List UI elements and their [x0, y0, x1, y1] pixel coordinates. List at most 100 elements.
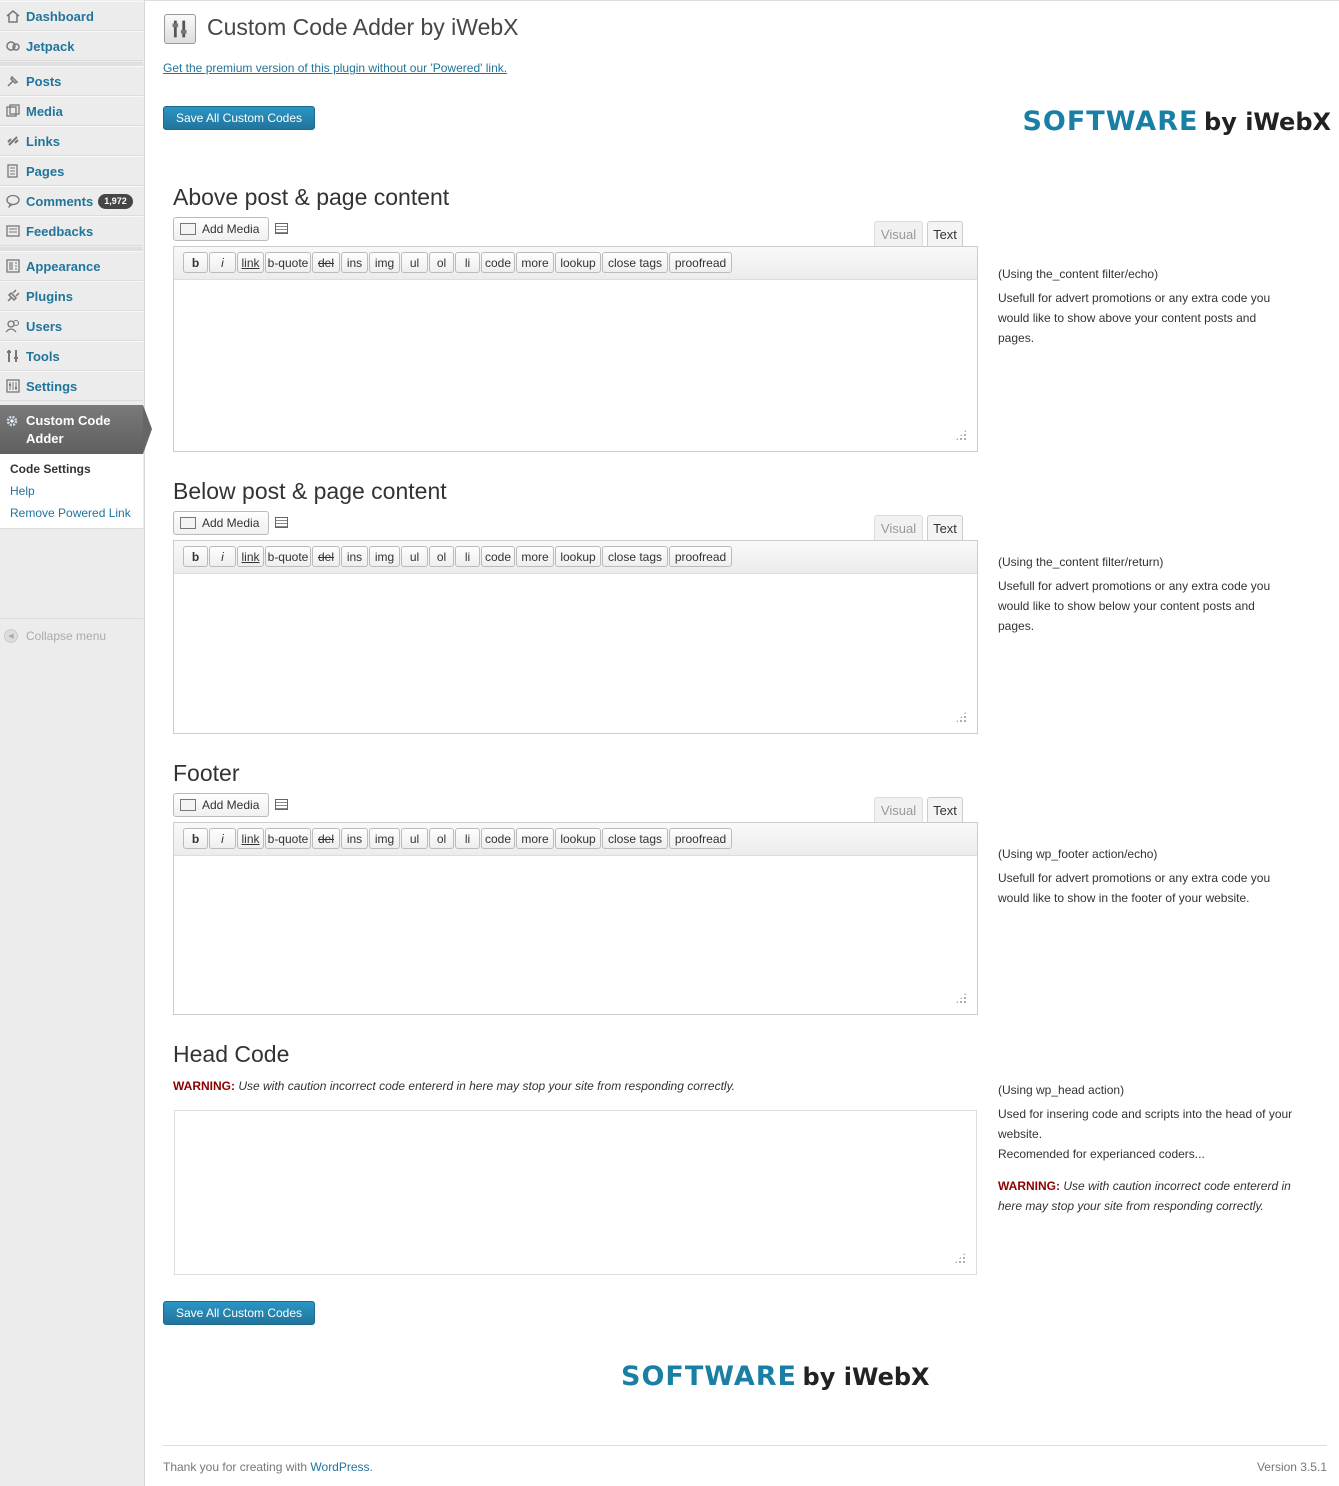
tab-text[interactable]: Text [927, 221, 963, 247]
qt-close-tags-button[interactable]: close tags [602, 252, 668, 273]
qt-lookup-button[interactable]: lookup [555, 828, 601, 849]
qt-code-button[interactable]: code [481, 546, 515, 567]
submenu: Code Settings Help Remove Powered Link [0, 454, 143, 529]
qt-ul-button[interactable]: ul [401, 252, 428, 273]
submenu-item-code-settings[interactable]: Code Settings [10, 462, 91, 476]
sidebar-item-posts[interactable]: Posts [0, 66, 143, 96]
qt-more-button[interactable]: more [516, 828, 554, 849]
form-icon[interactable] [275, 799, 288, 810]
save-all-button-bottom[interactable]: Save All Custom Codes [163, 1301, 315, 1325]
resize-handle[interactable] [954, 1252, 966, 1264]
qt-code-button[interactable]: code [481, 252, 515, 273]
users-icon [5, 318, 21, 334]
tab-visual[interactable]: Visual [874, 797, 923, 823]
sidebar-item-comments[interactable]: Comments 1,972 [0, 186, 143, 216]
qt-bold-button[interactable]: b [183, 828, 208, 849]
qt-del-button[interactable]: del [312, 828, 340, 849]
add-media-button[interactable]: Add Media [173, 793, 269, 817]
qt-lookup-button[interactable]: lookup [555, 546, 601, 567]
quicktags-toolbar: b i link b-quote del ins img ul ol li code more look… [174, 247, 977, 280]
form-icon[interactable] [275, 223, 288, 234]
qt-blockquote-button[interactable]: b-quote [265, 546, 311, 567]
sidebar-item-tools[interactable]: Tools [0, 341, 143, 371]
qt-code-button[interactable]: code [481, 828, 515, 849]
qt-close-tags-button[interactable]: close tags [602, 546, 668, 567]
qt-blockquote-button[interactable]: b-quote [265, 828, 311, 849]
qt-link-button[interactable]: link [237, 546, 264, 567]
head-code-description: (Using wp_head action) Used for insering… [998, 1083, 1293, 1213]
qt-ol-button[interactable]: ol [429, 546, 454, 567]
sidebar-item-dashboard[interactable]: Dashboard [0, 1, 143, 31]
qt-img-button[interactable]: img [369, 252, 400, 273]
qt-close-tags-button[interactable]: close tags [602, 828, 668, 849]
below-content-editor[interactable]: b i link b-quote del ins img ul ol li code more look… [173, 540, 978, 734]
above-content-description: (Using the_content filter/echo) Usefull … [998, 267, 1271, 345]
sidebar-item-appearance[interactable]: Appearance [0, 251, 143, 281]
qt-italic-button[interactable]: i [209, 546, 236, 567]
qt-bold-button[interactable]: b [183, 252, 208, 273]
head-code-textarea[interactable] [174, 1110, 977, 1275]
collapse-menu-button[interactable]: ◀ Collapse menu [4, 629, 106, 643]
qt-proofread-button[interactable]: proofread [669, 828, 732, 849]
tab-visual[interactable]: Visual [874, 221, 923, 247]
sidebar-item-media[interactable]: Media [0, 96, 143, 126]
above-content-editor[interactable]: b i link b-quote del ins img ul ol li code more look… [173, 246, 978, 452]
sidebar-item-jetpack[interactable]: Jetpack [0, 31, 143, 61]
add-media-button[interactable]: Add Media [173, 511, 269, 535]
tab-visual[interactable]: Visual [874, 515, 923, 541]
qt-img-button[interactable]: img [369, 546, 400, 567]
qt-img-button[interactable]: img [369, 828, 400, 849]
iwebx-logo: SOFTWARE by iWebX [621, 1361, 930, 1392]
qt-li-button[interactable]: li [455, 546, 480, 567]
qt-italic-button[interactable]: i [209, 252, 236, 273]
resize-handle[interactable] [955, 429, 967, 441]
qt-del-button[interactable]: del [312, 546, 340, 567]
qt-blockquote-button[interactable]: b-quote [265, 252, 311, 273]
submenu-item-remove-powered-link[interactable]: Remove Powered Link [10, 506, 131, 520]
footer-thanks: Thank you for creating with WordPress. [163, 1460, 373, 1474]
qt-li-button[interactable]: li [455, 252, 480, 273]
premium-version-link[interactable]: Get the premium version of this plugin w… [163, 61, 507, 75]
media-icon [180, 799, 196, 811]
qt-more-button[interactable]: more [516, 546, 554, 567]
save-all-button[interactable]: Save All Custom Codes [163, 106, 315, 130]
sidebar-item-users[interactable]: Users [0, 311, 143, 341]
qt-del-button[interactable]: del [312, 252, 340, 273]
quicktags-toolbar: b i link b-quote del ins img ul ol li code more look… [174, 541, 977, 574]
qt-ul-button[interactable]: ul [401, 828, 428, 849]
qt-bold-button[interactable]: b [183, 546, 208, 567]
sidebar-item-custom-code-adder[interactable]: Custom Code Adder [0, 405, 143, 454]
admin-sidebar: Dashboard Jetpack Posts Media Links Page… [0, 0, 145, 1486]
tab-text[interactable]: Text [927, 515, 963, 541]
qt-lookup-button[interactable]: lookup [555, 252, 601, 273]
qt-ins-button[interactable]: ins [341, 252, 368, 273]
gear-icon [5, 414, 19, 428]
qt-ul-button[interactable]: ul [401, 546, 428, 567]
sidebar-item-label: Posts [26, 73, 62, 89]
resize-handle[interactable] [955, 992, 967, 1004]
qt-proofread-button[interactable]: proofread [669, 546, 732, 567]
qt-ol-button[interactable]: ol [429, 828, 454, 849]
sidebar-item-pages[interactable]: Pages [0, 156, 143, 186]
qt-ins-button[interactable]: ins [341, 828, 368, 849]
sidebar-item-feedbacks[interactable]: Feedbacks [0, 216, 143, 246]
submenu-item-help[interactable]: Help [10, 484, 35, 498]
qt-proofread-button[interactable]: proofread [669, 252, 732, 273]
qt-ins-button[interactable]: ins [341, 546, 368, 567]
resize-handle[interactable] [955, 711, 967, 723]
footer-editor[interactable]: b i link b-quote del ins img ul ol li code more look… [173, 822, 978, 1015]
qt-ol-button[interactable]: ol [429, 252, 454, 273]
add-media-button[interactable]: Add Media [173, 217, 269, 241]
sidebar-item-links[interactable]: Links [0, 126, 143, 156]
tab-text[interactable]: Text [927, 797, 963, 823]
wordpress-link[interactable]: WordPress [310, 1460, 369, 1474]
pin-icon [5, 73, 21, 89]
qt-italic-button[interactable]: i [209, 828, 236, 849]
qt-li-button[interactable]: li [455, 828, 480, 849]
qt-link-button[interactable]: link [237, 252, 264, 273]
qt-link-button[interactable]: link [237, 828, 264, 849]
form-icon[interactable] [275, 517, 288, 528]
sidebar-item-settings[interactable]: Settings [0, 371, 143, 401]
qt-more-button[interactable]: more [516, 252, 554, 273]
sidebar-item-plugins[interactable]: Plugins [0, 281, 143, 311]
